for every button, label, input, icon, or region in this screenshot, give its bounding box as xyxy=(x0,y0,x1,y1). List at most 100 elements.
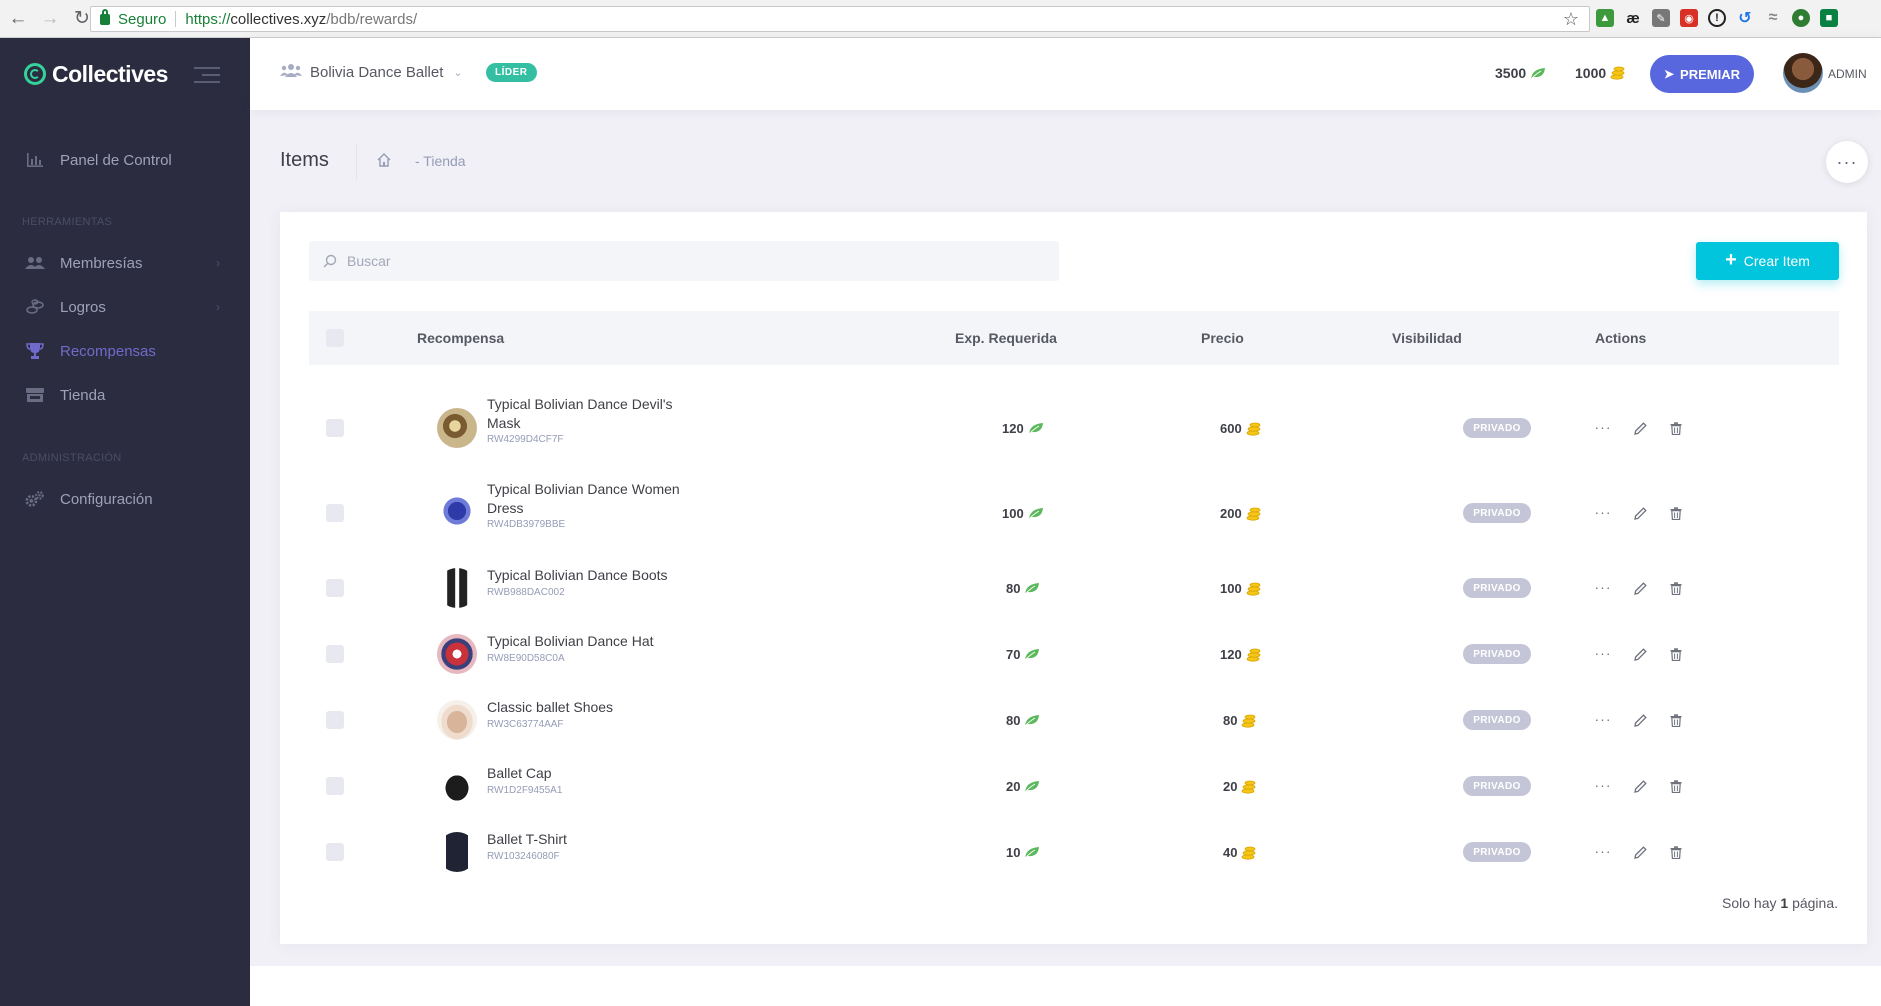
extension-icon[interactable]: ◉ xyxy=(1680,9,1698,27)
extension-icon[interactable]: ● xyxy=(1792,9,1810,27)
more-options-icon[interactable]: ··· xyxy=(1594,776,1612,794)
row-checkbox[interactable] xyxy=(326,579,344,597)
row-checkbox[interactable] xyxy=(326,777,344,795)
extension-icon[interactable]: ✎ xyxy=(1652,9,1670,27)
leaf-icon xyxy=(1025,583,1040,595)
more-options-icon[interactable]: ··· xyxy=(1594,418,1612,436)
item-thumbnail[interactable] xyxy=(437,493,477,533)
pagination-info: Solo hay 1 página. xyxy=(1722,895,1838,911)
sidebar-item-configuracion[interactable]: Configuración xyxy=(0,481,250,517)
address-bar[interactable]: Seguro https://collectives.xyz/bdb/rewar… xyxy=(90,6,1590,32)
row-checkbox[interactable] xyxy=(326,843,344,861)
exp-required: 70 xyxy=(1006,647,1040,662)
edit-pencil-icon[interactable] xyxy=(1631,419,1649,437)
item-thumbnail[interactable] xyxy=(437,568,477,608)
edit-pencil-icon[interactable] xyxy=(1631,777,1649,795)
item-thumbnail[interactable] xyxy=(437,700,477,740)
item-thumbnail[interactable] xyxy=(437,408,477,448)
search-input[interactable] xyxy=(347,253,1027,269)
extension-icon[interactable]: ■ xyxy=(1820,9,1838,27)
sidebar-item-panel-de-control[interactable]: Panel de Control xyxy=(0,142,250,178)
delete-trash-icon[interactable] xyxy=(1667,843,1685,861)
item-thumbnail[interactable] xyxy=(437,634,477,674)
price: 120 xyxy=(1220,647,1261,662)
brand-name: Collectives xyxy=(52,60,168,87)
sidebar-item-label: Configuración xyxy=(60,490,153,508)
coins-icon xyxy=(1242,714,1256,728)
forward-arrow-icon[interactable]: → xyxy=(36,5,64,33)
search-box[interactable] xyxy=(309,241,1059,281)
leaf-icon xyxy=(1025,715,1040,727)
delete-trash-icon[interactable] xyxy=(1667,419,1685,437)
row-checkbox[interactable] xyxy=(326,504,344,522)
item-name[interactable]: Typical Bolivian Dance Hat xyxy=(487,632,707,651)
table-row: Classic ballet Shoes RW3C63774AAF 80 80 … xyxy=(309,690,1839,756)
extension-icon[interactable]: ▲ xyxy=(1596,9,1614,27)
breadcrumb[interactable]: - Tienda xyxy=(415,153,466,169)
column-header-visibility[interactable]: Visibilidad xyxy=(1392,330,1462,346)
row-checkbox[interactable] xyxy=(326,419,344,437)
exp-required: 20 xyxy=(1006,779,1040,794)
extension-icon[interactable]: ≈ xyxy=(1764,9,1782,27)
coin-balance: 1000 xyxy=(1575,65,1625,81)
sidebar-item-tienda[interactable]: Tienda xyxy=(0,377,250,413)
bookmark-star-icon[interactable]: ☆ xyxy=(1563,9,1579,30)
column-header-exp[interactable]: Exp. Requerida xyxy=(955,330,1057,346)
extension-icon[interactable]: æ xyxy=(1624,9,1642,27)
row-checkbox[interactable] xyxy=(326,711,344,729)
column-header-reward[interactable]: Recompensa xyxy=(417,330,504,346)
item-name[interactable]: Ballet T-Shirt xyxy=(487,830,707,849)
edit-pencil-icon[interactable] xyxy=(1631,711,1649,729)
org-selector[interactable]: Bolivia Dance Ballet ⌄ xyxy=(280,63,463,81)
user-label[interactable]: ADMIN xyxy=(1828,67,1867,81)
more-options-icon[interactable]: ··· xyxy=(1594,644,1612,662)
item-thumbnail[interactable] xyxy=(437,766,477,806)
price: 200 xyxy=(1220,506,1261,521)
collectives-logo-icon xyxy=(24,63,46,85)
edit-pencil-icon[interactable] xyxy=(1631,579,1649,597)
table-row: Typical Bolivian Dance Boots RWB988DAC00… xyxy=(309,558,1839,624)
more-options-icon[interactable]: ··· xyxy=(1594,710,1612,728)
avatar[interactable] xyxy=(1783,53,1823,93)
section-header-herramientas: HERRAMIENTAS xyxy=(22,216,113,228)
item-name[interactable]: Typical Bolivian Dance Women Dress xyxy=(487,480,707,518)
sidebar-item-logros[interactable]: Logros › xyxy=(0,289,250,325)
sidebar-item-membresias[interactable]: Membresías › xyxy=(0,245,250,281)
delete-trash-icon[interactable] xyxy=(1667,711,1685,729)
item-name[interactable]: Ballet Cap xyxy=(487,764,707,783)
create-item-button[interactable]: + Crear Item xyxy=(1696,242,1839,280)
sidebar-item-label: Membresías xyxy=(60,254,143,272)
home-icon[interactable] xyxy=(376,152,392,168)
extension-icon[interactable]: ! xyxy=(1708,9,1726,27)
delete-trash-icon[interactable] xyxy=(1667,645,1685,663)
sidebar-item-recompensas[interactable]: Recompensas xyxy=(0,333,250,369)
item-name[interactable]: Classic ballet Shoes xyxy=(487,698,707,717)
item-code: RW103246080F xyxy=(487,851,560,862)
delete-trash-icon[interactable] xyxy=(1667,579,1685,597)
secure-label: Seguro xyxy=(118,10,167,28)
coins-icon xyxy=(1610,66,1625,80)
edit-pencil-icon[interactable] xyxy=(1631,843,1649,861)
section-header-administracion: ADMINISTRACIÓN xyxy=(22,452,122,464)
more-options-icon[interactable]: ··· xyxy=(1594,842,1612,860)
sidebar-item-label: Recompensas xyxy=(60,342,156,360)
item-name[interactable]: Typical Bolivian Dance Devil's Mask xyxy=(487,395,707,433)
edit-pencil-icon[interactable] xyxy=(1631,645,1649,663)
more-options-icon[interactable]: ··· xyxy=(1594,578,1612,596)
item-code: RW3C63774AAF xyxy=(487,719,564,730)
item-thumbnail[interactable] xyxy=(437,832,477,872)
edit-pencil-icon[interactable] xyxy=(1631,504,1649,522)
menu-toggle-icon[interactable] xyxy=(194,67,220,88)
premiar-button[interactable]: ➤ PREMIAR xyxy=(1650,55,1754,93)
more-options-button[interactable]: ··· xyxy=(1826,141,1868,183)
extension-icon[interactable]: ↺ xyxy=(1736,9,1754,27)
delete-trash-icon[interactable] xyxy=(1667,504,1685,522)
item-code: RWB988DAC002 xyxy=(487,587,565,598)
row-checkbox[interactable] xyxy=(326,645,344,663)
select-all-checkbox[interactable] xyxy=(326,329,344,347)
column-header-price[interactable]: Precio xyxy=(1201,330,1244,346)
delete-trash-icon[interactable] xyxy=(1667,777,1685,795)
more-options-icon[interactable]: ··· xyxy=(1594,503,1612,521)
back-arrow-icon[interactable]: ← xyxy=(4,5,32,33)
item-name[interactable]: Typical Bolivian Dance Boots xyxy=(487,566,707,585)
